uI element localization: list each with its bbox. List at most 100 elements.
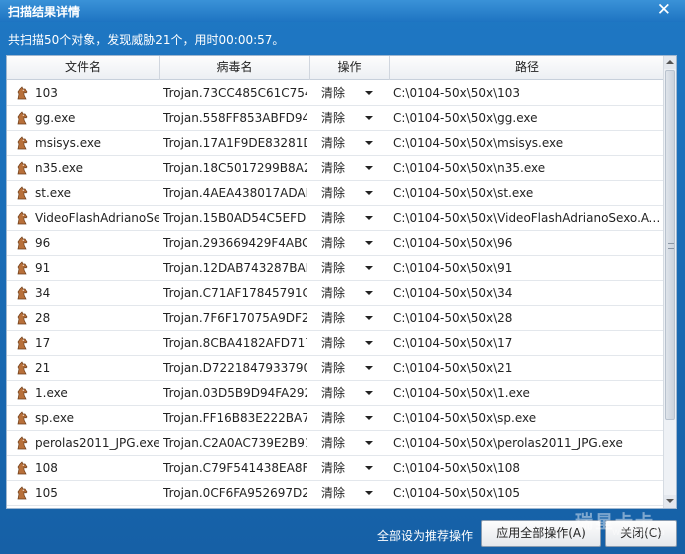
row-action-select[interactable]: 清除 [321, 481, 385, 505]
dropdown-arrow-icon[interactable] [365, 341, 373, 345]
dropdown-arrow-icon[interactable] [365, 316, 373, 320]
scroll-up-icon[interactable] [664, 56, 676, 69]
dropdown-arrow-icon[interactable] [365, 441, 373, 445]
vertical-scrollbar[interactable] [663, 56, 676, 508]
recommend-all-label[interactable]: 全部设为推荐操作 [377, 527, 473, 544]
row-path: C:\0104-50x\50x\28 [393, 311, 513, 325]
row-action-select[interactable]: 清除 [321, 356, 385, 380]
row-path: C:\0104-50x\50x\34 [393, 286, 513, 300]
column-header-virus[interactable]: 病毒名 [160, 56, 310, 80]
dropdown-arrow-icon[interactable] [365, 191, 373, 195]
dropdown-arrow-icon[interactable] [365, 216, 373, 220]
scroll-thumb[interactable] [665, 70, 675, 420]
row-action-select[interactable]: 清除 [321, 256, 385, 280]
dropdown-arrow-icon[interactable] [365, 241, 373, 245]
row-path: C:\0104-50x\50x\st.exe [393, 186, 534, 200]
horse-icon [15, 386, 29, 400]
row-virus-name: Trojan.73CC485C61C754 [163, 86, 307, 100]
horse-icon [15, 486, 29, 500]
table-row[interactable]: sp.exe Trojan.FF16B83E222BA7 清除 C:\0104-50x… [7, 406, 664, 431]
dropdown-arrow-icon[interactable] [365, 141, 373, 145]
row-action-select[interactable]: 清除 [321, 331, 385, 355]
row-virus-name: Trojan.4AEA438017ADAF [163, 186, 307, 200]
row-path: C:\0104-50x\50x\perolas2011_JPG.exe [393, 436, 623, 450]
dropdown-arrow-icon[interactable] [365, 391, 373, 395]
row-virus-name: Trojan.17A1F9DE83281D [163, 136, 307, 150]
row-path: C:\0104-50x\50x\17 [393, 336, 513, 350]
table-row[interactable]: 21 Trojan.D72218479337903 清除 C:\0104-50x\50… [7, 356, 664, 381]
column-header-filename[interactable]: 文件名 [7, 56, 160, 80]
row-path: C:\0104-50x\50x\gg.exe [393, 111, 538, 125]
horse-icon [15, 311, 29, 325]
dropdown-arrow-icon[interactable] [365, 166, 373, 170]
column-header-action[interactable]: 操作 [310, 56, 390, 80]
row-virus-name: Trojan.7F6F17075A9DF2E [163, 311, 307, 325]
row-action-select[interactable]: 清除 [321, 81, 385, 105]
horse-icon [15, 161, 29, 175]
row-path: C:\0104-50x\50x\msisys.exe [393, 136, 564, 150]
row-action-select[interactable]: 清除 [321, 406, 385, 430]
row-path: C:\0104-50x\50x\105 [393, 486, 521, 500]
dropdown-arrow-icon[interactable] [365, 291, 373, 295]
table-row[interactable]: 34 Trojan.C71AF17845791C 清除 C:\0104-50x\50x… [7, 281, 664, 306]
table-row[interactable]: perolas2011_JPG.exe Trojan.C2A0AC739E2B91… [7, 431, 664, 456]
table-row[interactable]: 105 Trojan.0CF6FA952697D2 清除 C:\0104-50x\50… [7, 481, 664, 506]
dropdown-arrow-icon[interactable] [365, 266, 373, 270]
table-row[interactable]: 103 Trojan.73CC485C61C754 清除 C:\0104-50x\50… [7, 81, 664, 106]
dropdown-arrow-icon[interactable] [365, 466, 373, 470]
horse-icon [15, 436, 29, 450]
row-action-select[interactable]: 清除 [321, 206, 385, 230]
scroll-down-icon[interactable] [664, 495, 676, 508]
row-filename: 17 [35, 336, 51, 350]
table-row[interactable]: 1.exe Trojan.03D5B9D94FA292 清除 C:\0104-50x\… [7, 381, 664, 406]
row-virus-name: Trojan.8CBA4182AFD717 [163, 336, 307, 350]
horse-icon [15, 211, 29, 225]
horse-icon [15, 111, 29, 125]
row-action-select[interactable]: 清除 [321, 431, 385, 455]
table-row[interactable]: 17 Trojan.8CBA4182AFD717 清除 C:\0104-50x\50x… [7, 331, 664, 356]
row-action-select[interactable]: 清除 [321, 381, 385, 405]
row-action-select[interactable]: 清除 [321, 181, 385, 205]
table-row[interactable]: VideoFlashAdrianoSe Trojan.15B0AD54C5EFDE… [7, 206, 664, 231]
row-filename: VideoFlashAdrianoSe [35, 211, 159, 225]
row-action-select[interactable]: 清除 [321, 456, 385, 480]
table-row[interactable]: 108 Trojan.C79F541438EA8F 清除 C:\0104-50x\50… [7, 456, 664, 481]
table-row[interactable]: gg.exe Trojan.558FF853ABFD94 清除 C:\0104-50x… [7, 106, 664, 131]
dropdown-arrow-icon[interactable] [365, 116, 373, 120]
close-icon[interactable]: ✕ [657, 1, 671, 19]
row-action-select[interactable]: 清除 [321, 281, 385, 305]
dropdown-arrow-icon[interactable] [365, 416, 373, 420]
window-title: 扫描结果详情 [8, 5, 81, 19]
dropdown-arrow-icon[interactable] [365, 91, 373, 95]
horse-icon [15, 411, 29, 425]
row-path: C:\0104-50x\50x\96 [393, 236, 513, 250]
row-action-select[interactable]: 清除 [321, 156, 385, 180]
row-virus-name: Trojan.293669429F4ABC [163, 236, 307, 250]
row-filename: 103 [35, 86, 58, 100]
row-virus-name: Trojan.12DAB743287BAB [163, 261, 307, 275]
dropdown-arrow-icon[interactable] [365, 366, 373, 370]
column-header-path[interactable]: 路径 [390, 56, 664, 80]
results-table: 文件名 病毒名 操作 路径 103 Trojan.73CC485C61C754 清除… [6, 55, 677, 509]
row-filename: 21 [35, 361, 51, 375]
table-row[interactable]: 28 Trojan.7F6F17075A9DF2E 清除 C:\0104-50x\50… [7, 306, 664, 331]
watermark-url: www.ikaka [612, 527, 666, 538]
table-row[interactable]: 96 Trojan.293669429F4ABC 清除 C:\0104-50x\50x… [7, 231, 664, 256]
row-path: C:\0104-50x\50x\21 [393, 361, 513, 375]
row-path: C:\0104-50x\50x\103 [393, 86, 521, 100]
row-virus-name: Trojan.C71AF17845791C [163, 286, 307, 300]
table-row[interactable]: st.exe Trojan.4AEA438017ADAF 清除 C:\0104-50x… [7, 181, 664, 206]
row-filename: gg.exe [35, 111, 76, 125]
table-row[interactable]: msisys.exe Trojan.17A1F9DE83281D 清除 C:\0104… [7, 131, 664, 156]
row-action-select[interactable]: 清除 [321, 106, 385, 130]
dropdown-arrow-icon[interactable] [365, 491, 373, 495]
table-row[interactable]: n35.exe Trojan.18C5017299B8A2 清除 C:\0104-50… [7, 156, 664, 181]
row-action-select[interactable]: 清除 [321, 306, 385, 330]
table-row[interactable]: 91 Trojan.12DAB743287BAB 清除 C:\0104-50x\50x… [7, 256, 664, 281]
table-header: 文件名 病毒名 操作 路径 [7, 56, 664, 80]
row-virus-name: Trojan.D72218479337903 [163, 361, 307, 375]
row-action-select[interactable]: 清除 [321, 231, 385, 255]
row-filename: 34 [35, 286, 51, 300]
row-action-select[interactable]: 清除 [321, 131, 385, 155]
row-filename: 96 [35, 236, 51, 250]
